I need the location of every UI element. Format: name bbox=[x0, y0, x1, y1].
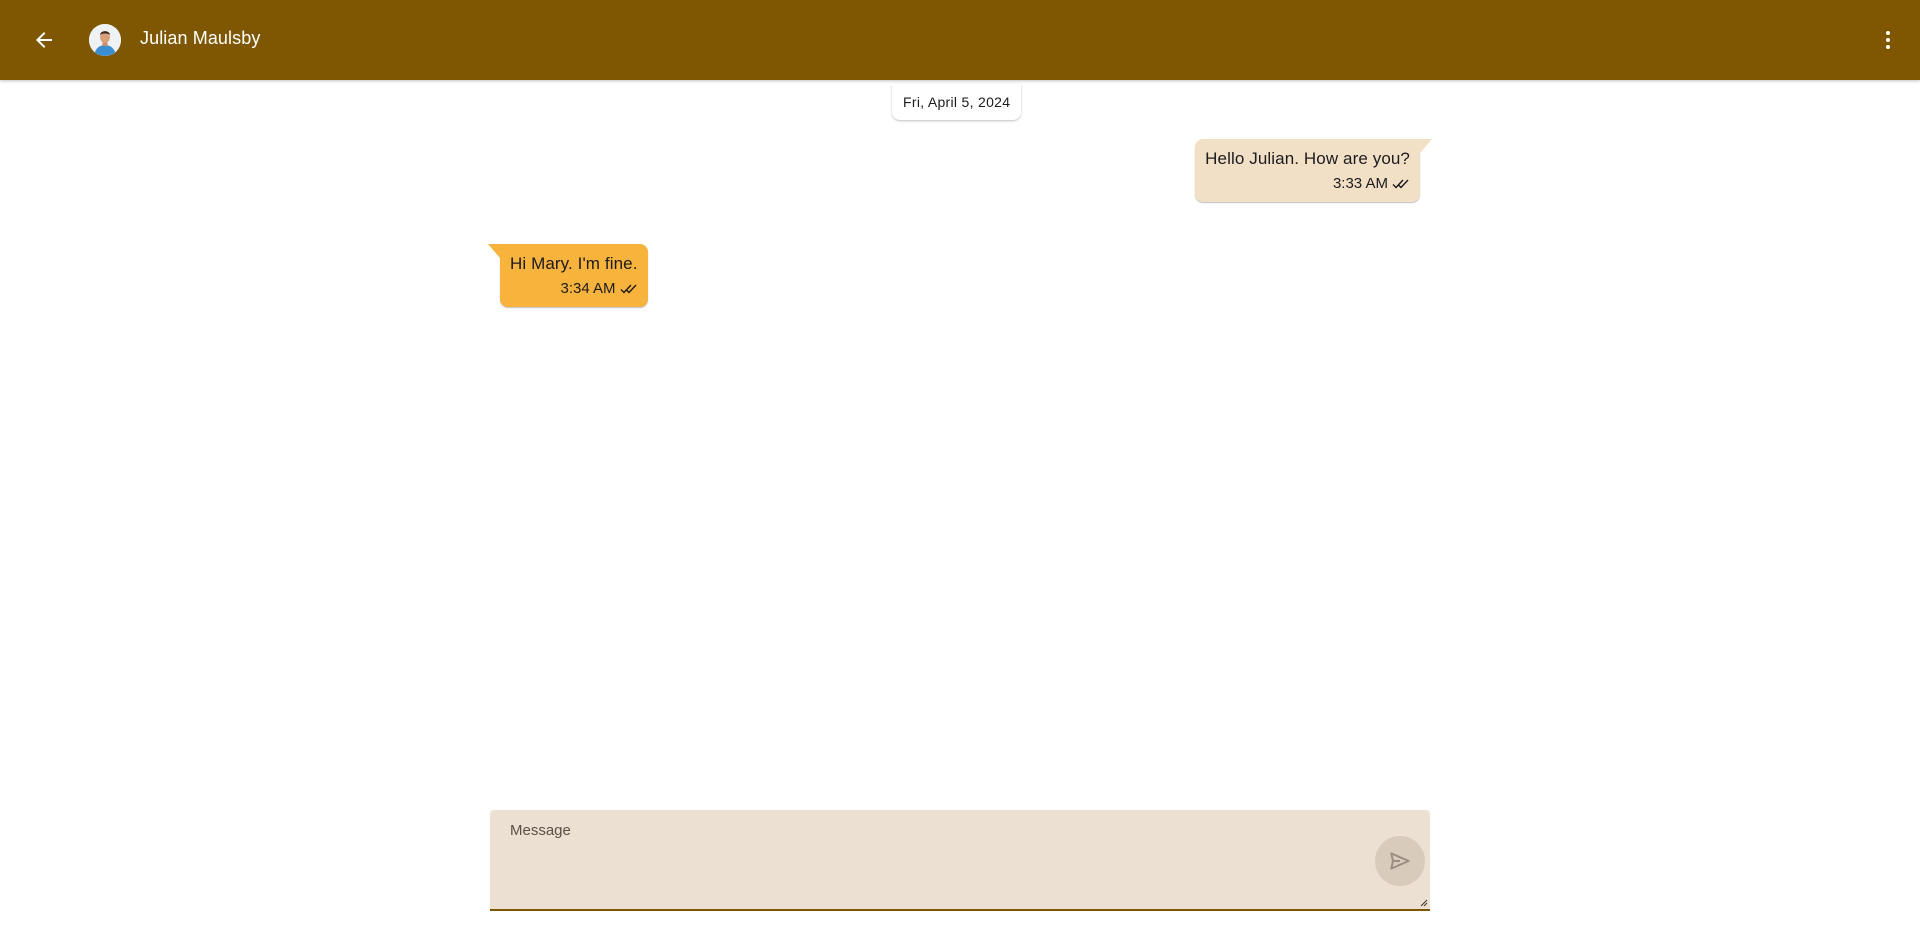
contact-avatar-image bbox=[89, 24, 121, 56]
message-meta: 3:33 AM bbox=[1205, 175, 1410, 192]
send-icon bbox=[1390, 852, 1410, 870]
app-bar: Julian Maulsby bbox=[0, 0, 1920, 80]
message-time: 3:33 AM bbox=[1332, 175, 1388, 192]
resize-handle-icon[interactable] bbox=[1418, 897, 1428, 907]
contact-name[interactable]: Julian Maulsby bbox=[140, 28, 260, 49]
message-input[interactable] bbox=[490, 810, 1430, 909]
message-composer bbox=[490, 810, 1430, 911]
double-check-icon bbox=[620, 284, 637, 294]
avatar[interactable] bbox=[89, 24, 121, 56]
double-check-icon bbox=[1392, 179, 1409, 189]
message-time: 3:34 AM bbox=[560, 280, 616, 297]
back-button[interactable] bbox=[28, 24, 60, 56]
send-button[interactable] bbox=[1375, 836, 1425, 886]
date-divider: Fri, April 5, 2024 bbox=[892, 84, 1022, 120]
more-options-button[interactable] bbox=[1872, 24, 1904, 56]
more-vert-icon bbox=[1886, 31, 1890, 49]
message-text: Hi Mary. I'm fine. bbox=[510, 254, 638, 273]
arrow-back-icon bbox=[36, 32, 52, 48]
message-text: Hello Julian. How are you? bbox=[1205, 149, 1410, 168]
message-bubble-received[interactable]: Hi Mary. I'm fine. 3:34 AM bbox=[488, 244, 648, 307]
message-bubble-sent[interactable]: Hello Julian. How are you? 3:33 AM bbox=[1195, 139, 1432, 202]
message-meta: 3:34 AM bbox=[510, 280, 638, 297]
